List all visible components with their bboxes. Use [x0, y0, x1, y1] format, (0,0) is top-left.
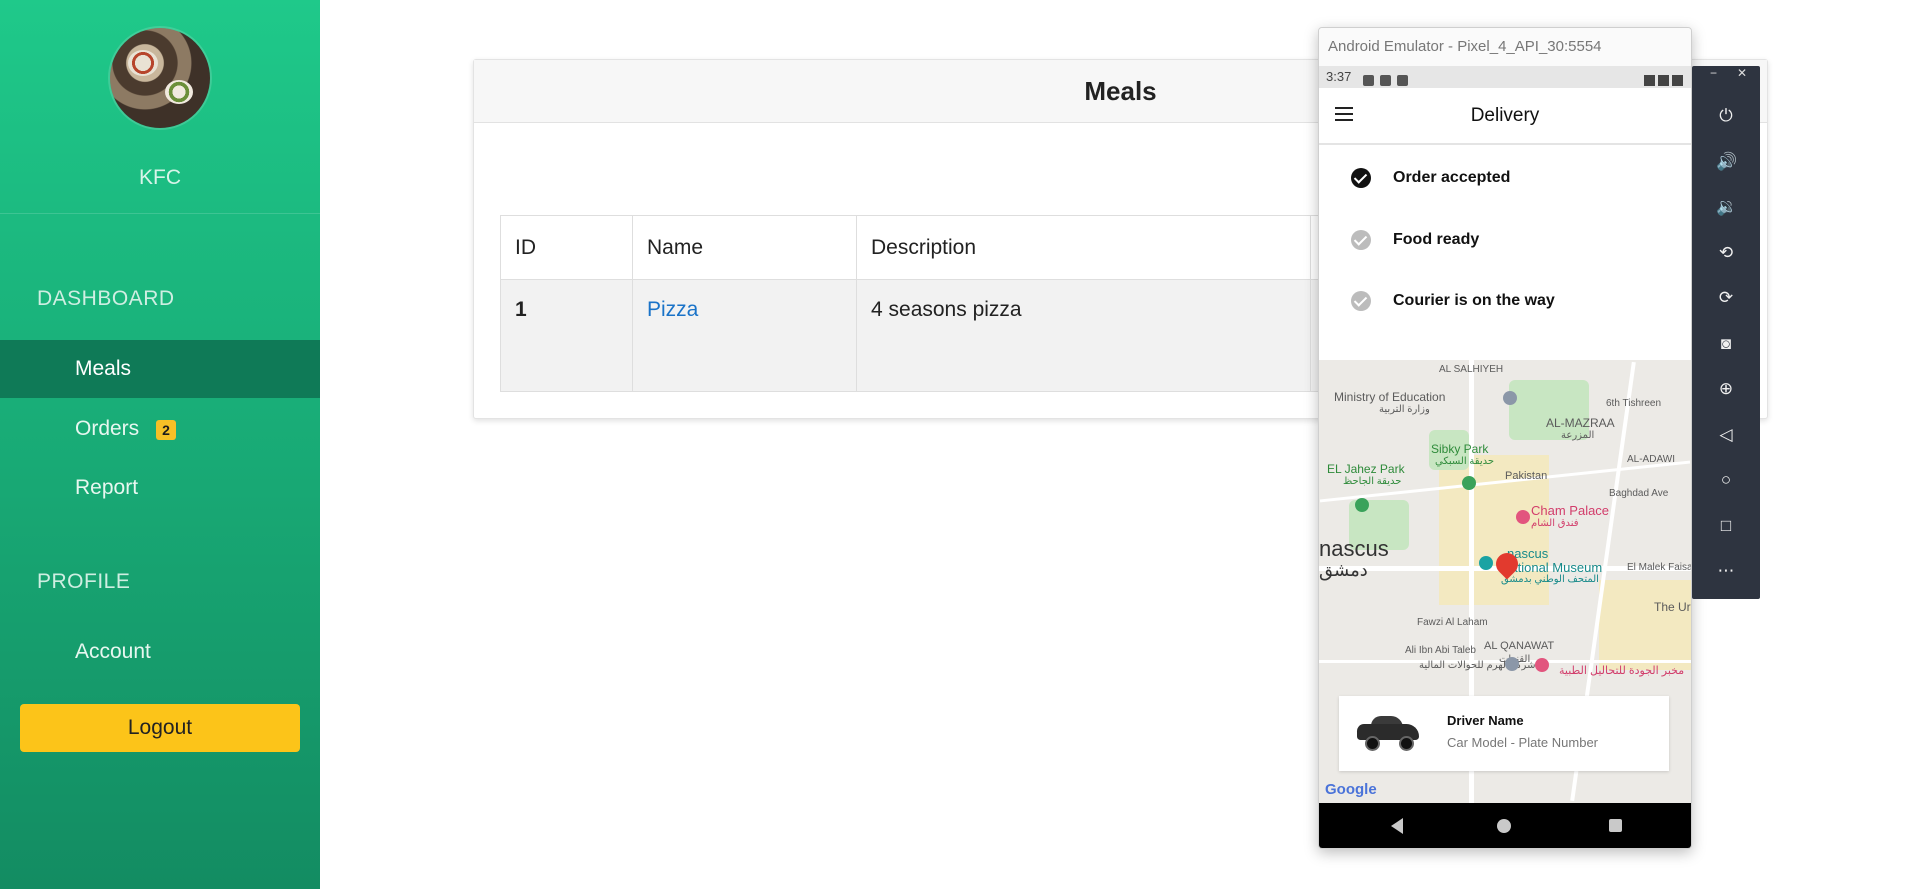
map-label: Sibky Park: [1431, 442, 1489, 456]
check-circle-icon: [1351, 168, 1371, 188]
sidebar-item-report[interactable]: Report: [0, 459, 320, 517]
map-label: دمشق: [1319, 560, 1368, 580]
back-icon[interactable]: [1391, 818, 1403, 834]
volume-up-icon[interactable]: 🔊: [1716, 152, 1737, 172]
android-nav-bar: [1319, 803, 1691, 848]
museum-pin-icon: [1479, 556, 1493, 570]
sidebar-item-orders[interactable]: Orders 2: [0, 400, 320, 458]
step-label: Order accepted: [1393, 169, 1511, 186]
sidebar-item-label: Account: [75, 640, 151, 663]
google-logo: Google: [1325, 781, 1377, 798]
sidebar-item-label: Orders: [75, 417, 140, 440]
map-label: فندق الشام: [1531, 518, 1579, 529]
section-profile: PROFILE: [37, 570, 131, 593]
sidebar: KFC DASHBOARD Meals Orders 2 Report PROF…: [0, 0, 320, 889]
map-label: Pakistan: [1505, 470, 1548, 482]
map-label: AL-ADAWI: [1627, 454, 1675, 465]
map-label: nascus: [1319, 536, 1389, 561]
map-label: Fawzi Al Laham: [1417, 617, 1488, 628]
map-label: Ministry of Education: [1334, 390, 1446, 404]
map-label: The Ur: [1654, 600, 1691, 614]
status-bar: 3:37: [1319, 66, 1691, 88]
map-label: وزارة التربية: [1379, 404, 1430, 415]
restaurant-avatar: [110, 28, 210, 128]
map-label: مخبر الجودة للتحاليل الطبية: [1559, 665, 1685, 677]
map-label: حديقة الجاحظ: [1343, 476, 1402, 487]
check-circle-icon: [1351, 291, 1371, 311]
map-label: AL SALHIYEH: [1439, 364, 1504, 375]
map-label: Ali Ibn Abi Taleb: [1405, 645, 1476, 656]
minimize-icon[interactable]: −: [1710, 66, 1717, 80]
zoom-icon[interactable]: ⊕: [1716, 379, 1736, 399]
map-label: AL-MAZRAA: [1546, 416, 1615, 430]
park-pin-icon: [1462, 476, 1476, 490]
emulator-title: Android Emulator - Pixel_4_API_30:5554: [1319, 28, 1691, 66]
place-pin-icon: [1505, 657, 1519, 671]
home-icon[interactable]: [1497, 819, 1511, 833]
sidebar-item-meals[interactable]: Meals: [0, 340, 320, 398]
map-label: EL Jahez Park: [1327, 462, 1405, 476]
column-header-name: Name: [632, 215, 857, 280]
orders-count-badge: 2: [156, 420, 176, 440]
driver-card[interactable]: Driver Name Car Model - Plate Number: [1339, 696, 1669, 771]
close-icon[interactable]: ✕: [1737, 66, 1747, 80]
sidebar-item-label: Meals: [75, 357, 132, 380]
app-title: Delivery: [1470, 105, 1540, 126]
app-bar: Delivery: [1319, 88, 1691, 145]
camera-icon[interactable]: ◙: [1716, 334, 1736, 354]
place-pin-icon: [1503, 391, 1517, 405]
overview-icon[interactable]: □: [1716, 516, 1736, 536]
status-time: 3:37: [1326, 69, 1352, 84]
map-label: Baghdad Ave: [1609, 488, 1669, 499]
cell-description: 4 seasons pizza: [856, 279, 1311, 392]
cell-name: Pizza: [632, 279, 857, 392]
driver-name: Driver Name: [1447, 713, 1524, 728]
home-icon[interactable]: ○: [1716, 470, 1736, 490]
column-header-description: Description: [856, 215, 1311, 280]
order-steps: Order accepted Food ready Courier is on …: [1319, 145, 1691, 349]
map-label: 6th Tishreen: [1606, 398, 1662, 409]
section-dashboard: DASHBOARD: [37, 287, 175, 310]
volume-down-icon[interactable]: 🔉: [1716, 197, 1737, 217]
column-header-id: ID: [500, 215, 633, 280]
back-icon[interactable]: ◁: [1716, 425, 1736, 445]
map-label: المزرعة: [1561, 430, 1595, 441]
car-icon: [1357, 716, 1419, 751]
map-label: Cham Palace: [1531, 503, 1610, 518]
meal-link[interactable]: Pizza: [647, 298, 698, 321]
map-label: المتحف الوطني بدمشق: [1501, 574, 1599, 585]
recents-icon[interactable]: [1609, 819, 1622, 832]
sidebar-item-label: Report: [75, 476, 139, 499]
sidebar-item-account[interactable]: Account: [0, 623, 320, 681]
park-pin-icon: [1355, 498, 1369, 512]
cell-id: 1: [500, 279, 633, 392]
sidebar-divider: [0, 213, 320, 214]
map-label: El Malek Faisal: [1627, 562, 1691, 573]
rotate-left-icon[interactable]: ⟲: [1716, 243, 1736, 263]
android-emulator-window: Android Emulator - Pixel_4_API_30:5554 3…: [1318, 27, 1692, 849]
map-label: حديقة السبكي: [1435, 456, 1495, 467]
step-label: Courier is on the way: [1393, 292, 1555, 309]
logout-button[interactable]: Logout: [20, 704, 300, 752]
medical-pin-icon: [1535, 658, 1549, 672]
restaurant-name: KFC: [139, 166, 181, 189]
driver-car-info: Car Model - Plate Number: [1447, 735, 1598, 750]
step-label: Food ready: [1393, 231, 1480, 248]
emulator-control-panel: − ✕ ⏻ 🔊 🔉 ⟲ ⟳ ◙ ⊕ ◁ ○ □ ⋯: [1692, 66, 1760, 599]
map-label: AL QANAWAT: [1484, 640, 1555, 652]
more-icon[interactable]: ⋯: [1716, 561, 1736, 581]
hotel-pin-icon: [1516, 510, 1530, 524]
check-circle-icon: [1351, 230, 1371, 250]
rotate-right-icon[interactable]: ⟳: [1716, 288, 1736, 308]
power-icon[interactable]: ⏻: [1716, 106, 1736, 126]
